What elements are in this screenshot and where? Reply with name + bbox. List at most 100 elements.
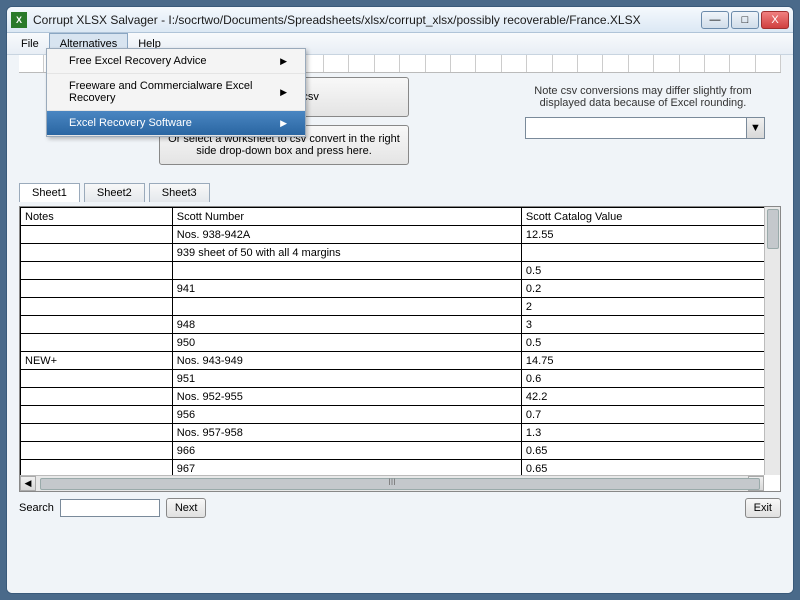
cell[interactable]: 3 bbox=[521, 316, 779, 334]
cell[interactable] bbox=[21, 424, 173, 442]
cell[interactable]: 0.7 bbox=[521, 406, 779, 424]
cell[interactable]: Scott Catalog Value bbox=[521, 208, 779, 226]
horizontal-scrollbar[interactable]: ◀ III ▶ bbox=[20, 475, 764, 491]
cell[interactable]: Scott Number bbox=[172, 208, 521, 226]
table-row[interactable]: 0.5 bbox=[21, 262, 780, 280]
cell[interactable]: 2 bbox=[521, 298, 779, 316]
cell[interactable]: 966 bbox=[172, 442, 521, 460]
cell[interactable] bbox=[521, 244, 779, 262]
submenu-arrow-icon: ▶ bbox=[280, 56, 287, 67]
dropdown-item-free-recovery-advice[interactable]: Free Excel Recovery Advice ▶ bbox=[47, 49, 305, 74]
cell[interactable]: 950 bbox=[172, 334, 521, 352]
window-title: Corrupt XLSX Salvager - I:/socrtwo/Docum… bbox=[33, 13, 701, 27]
cell[interactable] bbox=[21, 442, 173, 460]
vertical-scrollbar[interactable] bbox=[764, 207, 780, 475]
cell[interactable]: 0.65 bbox=[521, 442, 779, 460]
submenu-arrow-icon: ▶ bbox=[280, 87, 287, 98]
cell[interactable]: 967 bbox=[172, 460, 521, 476]
table-row[interactable]: 9510.6 bbox=[21, 370, 780, 388]
cell[interactable]: 0.5 bbox=[521, 262, 779, 280]
table-row[interactable]: Nos. 957-9581.3 bbox=[21, 424, 780, 442]
cell[interactable] bbox=[21, 262, 173, 280]
cell[interactable]: Notes bbox=[21, 208, 173, 226]
cell[interactable]: 1.3 bbox=[521, 424, 779, 442]
cell[interactable]: 12.55 bbox=[521, 226, 779, 244]
cell[interactable] bbox=[21, 370, 173, 388]
table-row[interactable]: Nos. 938-942A12.55 bbox=[21, 226, 780, 244]
cell[interactable] bbox=[21, 334, 173, 352]
cell[interactable]: 0.65 bbox=[521, 460, 779, 476]
dropdown-item-freeware-commercial[interactable]: Freeware and Commercialware Excel Recove… bbox=[47, 74, 305, 111]
table-row[interactable]: NotesScott NumberScott Catalog Value bbox=[21, 208, 780, 226]
cell[interactable] bbox=[21, 460, 173, 476]
cell[interactable] bbox=[21, 226, 173, 244]
cell[interactable]: Nos. 957-958 bbox=[172, 424, 521, 442]
next-button[interactable]: Next bbox=[166, 498, 207, 518]
chevron-down-icon[interactable]: ▼ bbox=[746, 118, 764, 138]
data-grid: NotesScott NumberScott Catalog ValueNos.… bbox=[19, 206, 781, 492]
worksheet-combo[interactable]: ▼ bbox=[525, 117, 765, 139]
cell[interactable] bbox=[21, 298, 173, 316]
scroll-marker: III bbox=[388, 477, 396, 487]
cell[interactable]: 951 bbox=[172, 370, 521, 388]
cell[interactable]: 948 bbox=[172, 316, 521, 334]
table-row[interactable]: NEW+Nos. 943-94914.75 bbox=[21, 352, 780, 370]
scroll-thumb[interactable] bbox=[40, 478, 760, 490]
dropdown-item-recovery-software[interactable]: Excel Recovery Software ▶ bbox=[47, 111, 305, 136]
app-icon: X bbox=[11, 12, 27, 28]
tab-sheet1[interactable]: Sheet1 bbox=[19, 183, 80, 202]
cell[interactable]: 941 bbox=[172, 280, 521, 298]
bottom-bar: Search Next Exit bbox=[7, 492, 793, 524]
cell[interactable]: 42.2 bbox=[521, 388, 779, 406]
worksheet-combo-wrap: ▼ bbox=[525, 117, 765, 139]
cell[interactable] bbox=[21, 280, 173, 298]
search-input[interactable] bbox=[60, 499, 160, 517]
window-controls: — □ X bbox=[701, 11, 789, 29]
cell[interactable] bbox=[21, 388, 173, 406]
cell[interactable] bbox=[172, 298, 521, 316]
table-row[interactable]: 9670.65 bbox=[21, 460, 780, 476]
table-row[interactable]: 2 bbox=[21, 298, 780, 316]
cell[interactable]: Nos. 943-949 bbox=[172, 352, 521, 370]
cell[interactable]: 0.6 bbox=[521, 370, 779, 388]
app-window: X Corrupt XLSX Salvager - I:/socrtwo/Doc… bbox=[6, 6, 794, 594]
table-row[interactable]: 9410.2 bbox=[21, 280, 780, 298]
titlebar[interactable]: X Corrupt XLSX Salvager - I:/socrtwo/Doc… bbox=[7, 7, 793, 33]
sheet-tabs: Sheet1 Sheet2 Sheet3 bbox=[7, 183, 793, 202]
table-row[interactable]: 9500.5 bbox=[21, 334, 780, 352]
table-row[interactable]: 939 sheet of 50 with all 4 margins bbox=[21, 244, 780, 262]
dropdown-label: Excel Recovery Software bbox=[69, 117, 192, 129]
cell[interactable] bbox=[172, 262, 521, 280]
tab-sheet2[interactable]: Sheet2 bbox=[84, 183, 145, 202]
search-label: Search bbox=[19, 502, 54, 514]
exit-button[interactable]: Exit bbox=[745, 498, 781, 518]
table-row[interactable]: 9660.65 bbox=[21, 442, 780, 460]
table-row[interactable]: Nos. 952-95542.2 bbox=[21, 388, 780, 406]
minimize-button[interactable]: — bbox=[701, 11, 729, 29]
cell[interactable]: 0.2 bbox=[521, 280, 779, 298]
cell[interactable]: 956 bbox=[172, 406, 521, 424]
maximize-button[interactable]: □ bbox=[731, 11, 759, 29]
cell[interactable]: 0.5 bbox=[521, 334, 779, 352]
scroll-left-arrow-icon[interactable]: ◀ bbox=[20, 476, 36, 491]
scroll-thumb[interactable] bbox=[767, 209, 779, 249]
dropdown-label: Freeware and Commercialware Excel Recove… bbox=[69, 80, 280, 104]
table-row[interactable]: 9483 bbox=[21, 316, 780, 334]
submenu-arrow-icon: ▶ bbox=[280, 118, 287, 129]
menu-file[interactable]: File bbox=[11, 33, 49, 54]
cell[interactable]: 939 sheet of 50 with all 4 margins bbox=[172, 244, 521, 262]
cell[interactable]: Nos. 952-955 bbox=[172, 388, 521, 406]
cell[interactable] bbox=[21, 406, 173, 424]
cell[interactable] bbox=[21, 316, 173, 334]
close-button[interactable]: X bbox=[761, 11, 789, 29]
dropdown-label: Free Excel Recovery Advice bbox=[69, 55, 207, 67]
table-row[interactable]: 9560.7 bbox=[21, 406, 780, 424]
cell[interactable] bbox=[21, 244, 173, 262]
tab-sheet3[interactable]: Sheet3 bbox=[149, 183, 210, 202]
cell[interactable]: Nos. 938-942A bbox=[172, 226, 521, 244]
spreadsheet-table: NotesScott NumberScott Catalog ValueNos.… bbox=[20, 207, 780, 475]
note-text: Note csv conversions may differ slightly… bbox=[513, 77, 773, 117]
cell[interactable]: NEW+ bbox=[21, 352, 173, 370]
cell[interactable]: 14.75 bbox=[521, 352, 779, 370]
alternatives-dropdown: Free Excel Recovery Advice ▶ Freeware an… bbox=[46, 48, 306, 137]
